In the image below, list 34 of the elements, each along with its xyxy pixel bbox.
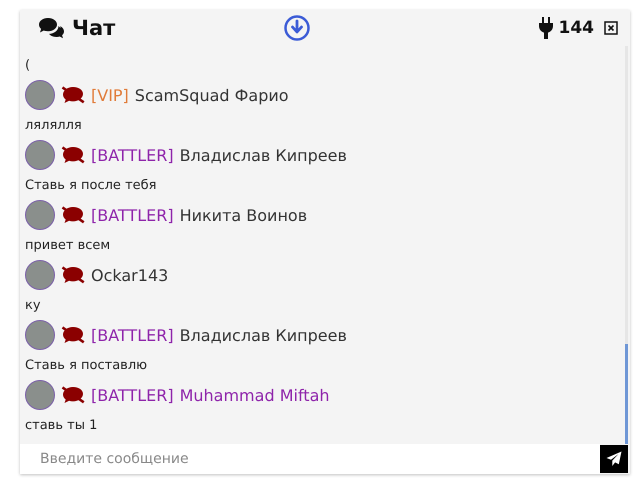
user-tag: [BATTLER] [91,206,174,224]
user-name[interactable]: Владислав Кипреев [180,146,347,164]
avatar [25,380,55,410]
send-button[interactable] [600,445,628,473]
scroll-down-icon[interactable] [284,15,310,41]
close-icon[interactable] [604,21,618,35]
scrollbar[interactable] [625,46,628,444]
online-count: 144 [558,18,594,38]
avatar [25,260,55,290]
message-text: Ставь я после тебя [25,176,158,194]
message-text: ставь ты 1 [25,416,98,434]
message-text: ( [25,56,32,74]
user-tag: [BATTLER] [91,386,174,404]
message-input[interactable]: Введите сообщение [20,444,600,474]
user-tag: [BATTLER] [91,326,174,344]
user-name[interactable]: Muhammad Miftah [180,386,330,404]
message-text: лялялля [25,116,83,134]
send-icon [606,451,622,467]
chat-bubbles-icon [38,17,64,39]
user-name[interactable]: Владислав Кипреев [180,326,347,344]
user-tag: [VIP] [91,86,129,104]
user-tag: [BATTLER] [91,146,174,164]
avatar [25,140,55,170]
user-name[interactable]: ScamSquad Фарио [134,86,289,104]
message-text: ку [25,296,42,314]
plug-icon [538,17,552,39]
user-name[interactable]: Никита Воинов [180,206,308,224]
chat-title: Чат [72,16,116,40]
message-text: Ставь я поставлю [25,356,148,374]
message-text: привет всем [25,236,112,254]
avatar [25,80,55,110]
avatar [25,200,55,230]
avatar [25,320,55,350]
user-name[interactable]: Ockar143 [91,266,168,284]
